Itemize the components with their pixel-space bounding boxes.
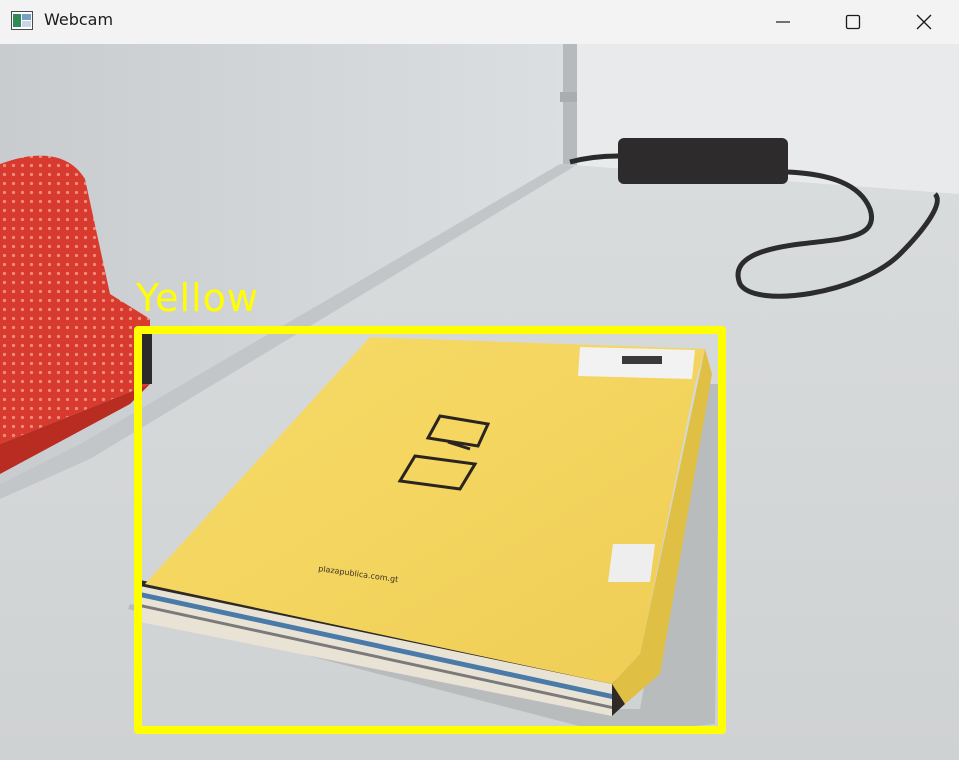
detection-box <box>134 326 726 734</box>
webcam-feed: plazapublica.com.gt Yellow <box>0 44 959 760</box>
maximize-button[interactable] <box>818 0 888 44</box>
close-icon <box>916 14 932 30</box>
webcam-window: Webcam plazapublica.com.gt Yellow <box>0 0 959 760</box>
minimize-icon <box>775 14 791 30</box>
close-button[interactable] <box>889 0 959 44</box>
maximize-icon <box>845 14 861 30</box>
window-title: Webcam <box>44 10 114 29</box>
title-bar[interactable]: Webcam <box>0 0 959 44</box>
minimize-button[interactable] <box>748 0 818 44</box>
detection-label: Yellow <box>136 276 259 320</box>
app-window-icon <box>11 11 33 30</box>
